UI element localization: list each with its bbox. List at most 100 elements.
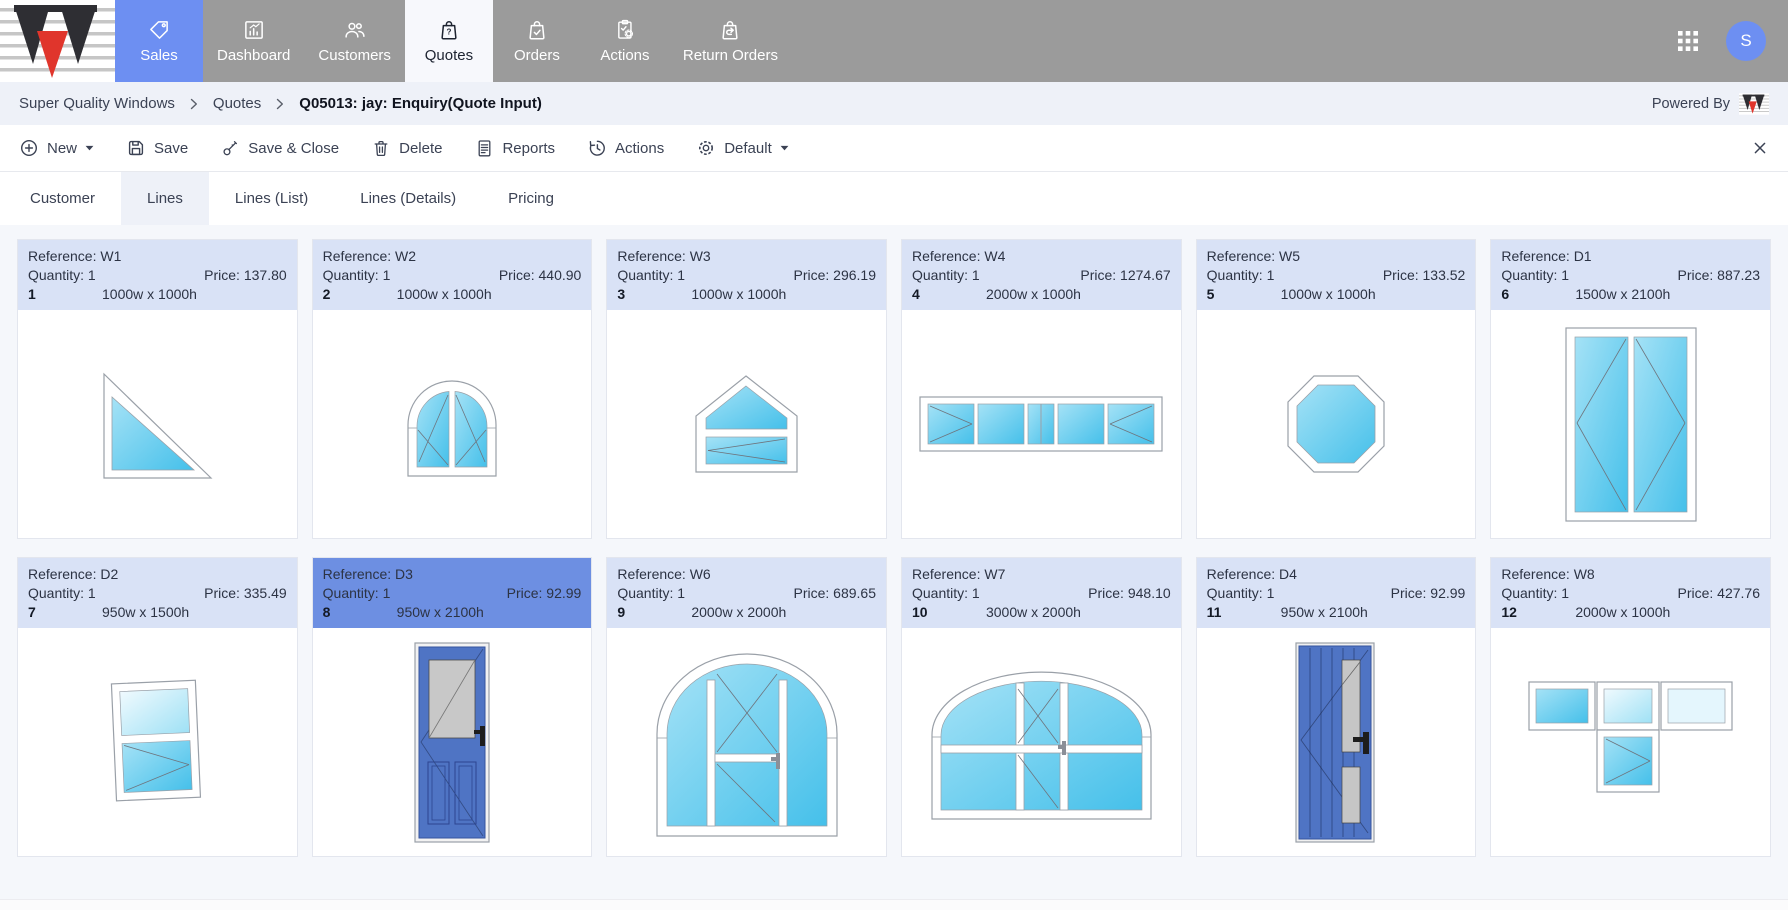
reports-button[interactable]: Reports	[474, 138, 555, 158]
card-reference: Reference: D3	[323, 565, 582, 584]
quote-line-card-w4[interactable]: Reference: W4 Quantity: 1 Price: 1274.67…	[901, 239, 1182, 539]
apps-grid-icon[interactable]	[1676, 29, 1700, 53]
powered-by-label: Powered By	[1652, 96, 1730, 112]
top-nav: Sales Dashboard Customers ? Quotes Order…	[0, 0, 1788, 82]
card-price: Price: 887.23	[1677, 266, 1760, 285]
floppy-icon	[126, 138, 146, 158]
plus-circle-icon	[19, 138, 39, 158]
breadcrumb-item[interactable]: Super Quality Windows	[19, 95, 175, 112]
tab-lines-details[interactable]: Lines (Details)	[334, 172, 482, 225]
bag-check-icon	[524, 17, 550, 43]
card-dimensions: 1000w x 1000h	[102, 285, 197, 304]
card-quantity: Quantity: 1	[1207, 266, 1275, 285]
actions-button[interactable]: Actions	[587, 138, 664, 158]
caret-down-icon	[780, 145, 789, 151]
toolbar-button-label: Save & Close	[248, 140, 339, 157]
quote-lines-grid: Reference: W1 Quantity: 1 Price: 137.80 …	[0, 225, 1788, 857]
tab-lines[interactable]: Lines	[121, 172, 209, 225]
quote-line-card-d1[interactable]: Reference: D1 Quantity: 1 Price: 887.23 …	[1490, 239, 1771, 539]
card-dimensions: 1000w x 1000h	[1281, 285, 1376, 304]
tag-icon	[146, 17, 172, 43]
svg-text:?: ?	[446, 28, 451, 37]
tab-lines-list[interactable]: Lines (List)	[209, 172, 334, 225]
card-dimensions: 1000w x 1000h	[397, 285, 492, 304]
card-header: Reference: W2 Quantity: 1 Price: 440.90 …	[313, 240, 592, 310]
breadcrumb-item[interactable]: Quotes	[213, 95, 261, 112]
bottom-scroll-strip[interactable]	[0, 899, 1788, 910]
breadcrumb-item: Q05013: jay: Enquiry(Quote Input)	[299, 95, 542, 112]
card-reference: Reference: W5	[1207, 247, 1466, 266]
quote-line-card-w2[interactable]: Reference: W2 Quantity: 1 Price: 440.90 …	[312, 239, 593, 539]
product-drawing-arched-grid-window	[902, 628, 1181, 856]
history-icon	[587, 138, 607, 158]
card-header: Reference: D1 Quantity: 1 Price: 887.23 …	[1491, 240, 1770, 310]
company-logo[interactable]	[0, 0, 115, 82]
breadcrumb: Super Quality Windows Quotes Q05013: jay: …	[0, 82, 1788, 125]
card-line-number: 9	[617, 603, 691, 622]
quote-line-card-d3[interactable]: Reference: D3 Quantity: 1 Price: 92.99 8…	[312, 557, 593, 857]
card-quantity: Quantity: 1	[1207, 584, 1275, 603]
delete-button[interactable]: Delete	[371, 138, 442, 158]
quote-line-card-d2[interactable]: Reference: D2 Quantity: 1 Price: 335.49 …	[17, 557, 298, 857]
quote-line-card-w3[interactable]: Reference: W3 Quantity: 1 Price: 296.19 …	[606, 239, 887, 539]
tab-customer[interactable]: Customer	[4, 172, 121, 225]
toolbar-button-label: Actions	[615, 140, 664, 157]
quote-line-card-w1[interactable]: Reference: W1 Quantity: 1 Price: 137.80 …	[17, 239, 298, 539]
card-header: Reference: W7 Quantity: 1 Price: 948.10 …	[902, 558, 1181, 628]
nav-item-quotes[interactable]: ? Quotes	[405, 0, 493, 82]
card-line-number: 1	[28, 285, 102, 304]
avatar[interactable]: S	[1726, 21, 1766, 61]
card-price: Price: 137.80	[204, 266, 287, 285]
nav-item-label: Customers	[318, 48, 391, 65]
product-drawing-arched-french-window	[313, 310, 592, 538]
toolbar: New Save Save & Close Delete Reports Act…	[0, 125, 1788, 172]
card-header: Reference: D4 Quantity: 1 Price: 92.99 1…	[1197, 558, 1476, 628]
card-reference: Reference: D2	[28, 565, 287, 584]
quote-line-card-w5[interactable]: Reference: W5 Quantity: 1 Price: 133.52 …	[1196, 239, 1477, 539]
card-quantity: Quantity: 1	[912, 584, 980, 603]
nav-item-label: Dashboard	[217, 48, 290, 65]
nav-item-sales[interactable]: Sales	[115, 0, 203, 82]
quote-line-card-w7[interactable]: Reference: W7 Quantity: 1 Price: 948.10 …	[901, 557, 1182, 857]
nav-item-actions[interactable]: Actions	[581, 0, 669, 82]
card-price: Price: 92.99	[1391, 584, 1466, 603]
nav-item-orders[interactable]: Orders	[493, 0, 581, 82]
breadcrumb-separator-icon	[190, 98, 198, 110]
card-reference: Reference: W8	[1501, 565, 1760, 584]
product-drawing-five-pane-strip-window	[902, 310, 1181, 538]
toolbar-button-label: Reports	[502, 140, 555, 157]
quote-line-card-w6[interactable]: Reference: W6 Quantity: 1 Price: 689.65 …	[606, 557, 887, 857]
toolbar-button-label: New	[47, 140, 77, 157]
nav-item-customers[interactable]: Customers	[304, 0, 405, 82]
card-dimensions: 3000w x 2000h	[986, 603, 1081, 622]
new-button[interactable]: New	[19, 138, 94, 158]
quote-line-card-w8[interactable]: Reference: W8 Quantity: 1 Price: 427.76 …	[1490, 557, 1771, 857]
save-button[interactable]: Save	[126, 138, 188, 158]
product-drawing-cottage-door	[1197, 628, 1476, 856]
card-line-number: 4	[912, 285, 986, 304]
default-button[interactable]: Default	[696, 138, 789, 158]
card-quantity: Quantity: 1	[28, 584, 96, 603]
card-header: Reference: W3 Quantity: 1 Price: 296.19 …	[607, 240, 886, 310]
product-drawing-two-pane-window	[18, 628, 297, 856]
trash-icon	[371, 138, 391, 158]
product-drawing-right-triangle-window	[18, 310, 297, 538]
card-price: Price: 335.49	[204, 584, 287, 603]
toolbar-buttons: New Save Save & Close Delete Reports Act…	[19, 138, 789, 158]
chart-icon	[241, 17, 267, 43]
card-quantity: Quantity: 1	[1501, 266, 1569, 285]
breadcrumb-separator-icon	[276, 98, 284, 110]
close-icon[interactable]	[1751, 139, 1769, 157]
save-close-button[interactable]: Save & Close	[220, 138, 339, 158]
tab-pricing[interactable]: Pricing	[482, 172, 580, 225]
card-line-number: 5	[1207, 285, 1281, 304]
card-line-number: 6	[1501, 285, 1575, 304]
nav-item-return-orders[interactable]: Return Orders	[669, 0, 792, 82]
product-drawing-half-glazed-door	[313, 628, 592, 856]
nav-item-dashboard[interactable]: Dashboard	[203, 0, 304, 82]
card-price: Price: 133.52	[1383, 266, 1466, 285]
card-line-number: 12	[1501, 603, 1575, 622]
bag-question-icon: ?	[436, 17, 462, 43]
top-nav-right: S	[1676, 0, 1788, 82]
quote-line-card-d4[interactable]: Reference: D4 Quantity: 1 Price: 92.99 1…	[1196, 557, 1477, 857]
